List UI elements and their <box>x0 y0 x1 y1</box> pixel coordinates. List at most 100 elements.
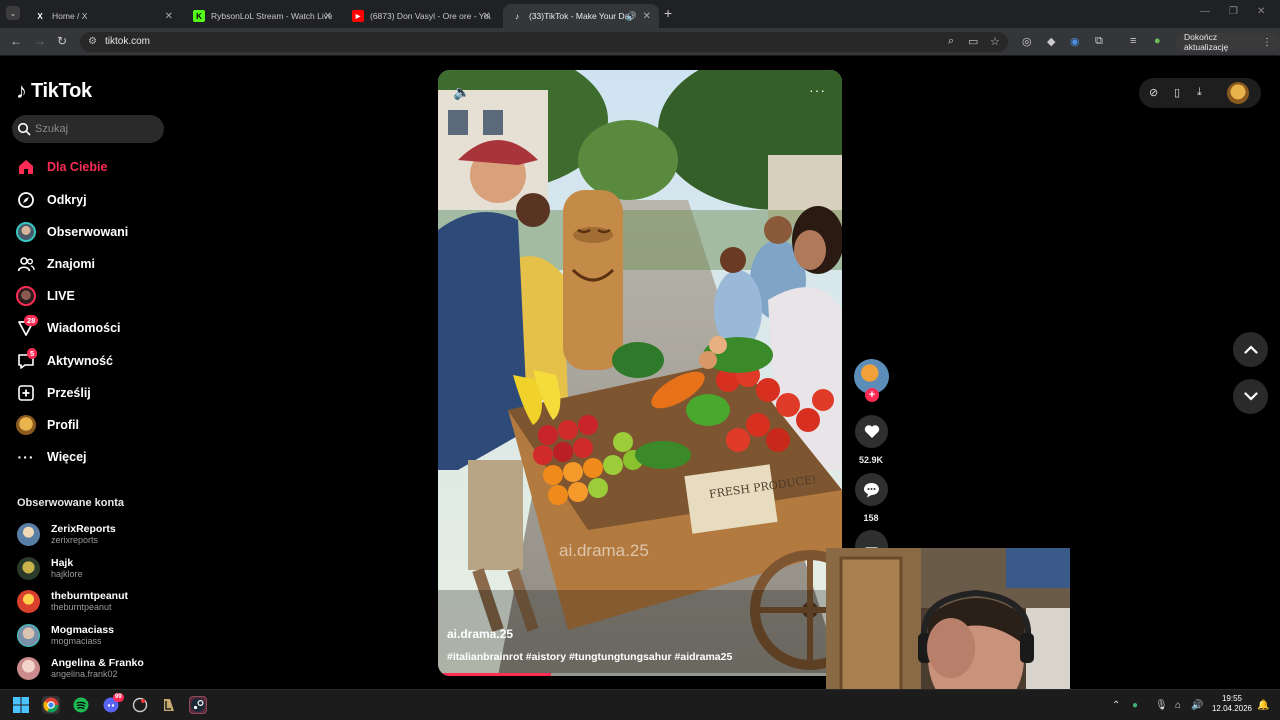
video-author[interactable]: ai.drama.25 <box>447 627 513 641</box>
clock-date: 12.04.2026 <box>1211 704 1253 713</box>
following-account[interactable]: Angelina & Franko angelina.frank02 <box>17 653 144 683</box>
minimize-icon[interactable]: — <box>1200 6 1210 17</box>
back-icon[interactable]: ← <box>10 34 22 48</box>
cast-icon[interactable]: ▭ <box>968 35 978 48</box>
account-handle: zerixreports <box>51 534 99 545</box>
profile-icon <box>16 415 36 435</box>
following-account[interactable]: theburntpeanut theburntpeanut <box>17 586 128 616</box>
url-text: tiktok.com <box>105 36 151 47</box>
nav-label: Dla Ciebie <box>47 160 108 174</box>
video-player[interactable]: FRESH PRODUCE! 🔈 ··· ai.drama.25 ai.dram… <box>438 70 842 676</box>
follow-plus-icon[interactable]: + <box>865 388 879 402</box>
address-bar[interactable]: ⚙ tiktok.com ⌕ ▭ ☆ <box>80 32 1008 52</box>
forward-icon[interactable]: → <box>34 34 46 48</box>
tiktok-logo[interactable]: ♪ TikTok <box>16 78 92 104</box>
comment-count: 158 <box>863 513 879 523</box>
following-account[interactable]: Hajk hajklore <box>17 553 83 583</box>
extension-icon[interactable]: ◉ <box>1070 35 1080 48</box>
volume-icon[interactable]: 🔈 <box>453 84 470 101</box>
nav-dla-ciebie[interactable]: Dla Ciebie <box>16 155 107 179</box>
download-icon[interactable]: ⤓ <box>1197 86 1202 99</box>
close-window-icon[interactable]: ✕ <box>1257 6 1265 17</box>
chrome-icon[interactable] <box>42 696 60 714</box>
comment-icon <box>864 482 879 497</box>
tab-search-icon[interactable]: ⌄ <box>6 6 20 20</box>
phone-app-icon[interactable]: ▯ <box>1174 86 1180 99</box>
nav-label: Prześlij <box>47 386 91 400</box>
nav-label: Więcej <box>47 450 87 464</box>
nav-przeslij[interactable]: Prześlij <box>16 381 91 405</box>
steam-icon[interactable] <box>189 696 207 714</box>
windows-start-icon[interactable] <box>12 696 30 714</box>
close-tab-icon[interactable]: ✕ <box>324 11 332 22</box>
close-tab-icon[interactable]: ✕ <box>165 11 173 22</box>
app-icon[interactable] <box>131 696 149 714</box>
close-tab-icon[interactable]: ✕ <box>643 11 651 22</box>
nav-label: Obserwowani <box>47 225 129 239</box>
messages-badge: 28 <box>24 315 39 326</box>
nav-znajomi[interactable]: Znajomi <box>16 252 95 276</box>
reload-icon[interactable]: ↻ <box>57 34 67 48</box>
live-icon <box>16 286 36 306</box>
new-tab-button[interactable]: + <box>664 5 672 21</box>
video-progress-bar[interactable] <box>438 673 842 676</box>
microphone-icon[interactable]: 🎙 <box>1155 700 1168 711</box>
logo-text: TikTok <box>31 79 92 102</box>
extension-icon[interactable]: ◆ <box>1047 35 1055 48</box>
like-button[interactable] <box>855 415 888 448</box>
nav-profil[interactable]: Profil <box>16 413 79 437</box>
home-icon <box>16 157 36 177</box>
tab-x[interactable]: X Home / X ✕ <box>26 4 181 28</box>
close-tab-icon[interactable]: ✕ <box>483 11 491 22</box>
spotify-icon[interactable] <box>72 696 90 714</box>
nav-wiadomosci[interactable]: 28 Wiadomości <box>16 315 121 340</box>
tab-tiktok[interactable]: ♪ (33)TikTok - Make Your Day 🔊 ✕ <box>503 4 659 28</box>
account-name: Mogmaciass <box>51 623 115 636</box>
more-options-icon[interactable]: ··· <box>809 82 826 98</box>
chevron-down-icon <box>1243 392 1258 401</box>
coins-icon[interactable]: ⊘ <box>1149 86 1158 99</box>
extensions-puzzle-icon[interactable]: ⧉ <box>1095 35 1103 48</box>
following-account[interactable]: Mogmaciass mogmaciass <box>17 620 114 650</box>
system-clock[interactable]: 19:55 12.04.2026 <box>1208 694 1256 714</box>
tiktok-note-icon: ♪ <box>16 78 27 103</box>
tab-title: (6873) Don Vasyl - Ore ore - You <box>370 11 491 21</box>
bookmark-star-icon[interactable]: ☆ <box>990 35 1000 48</box>
nav-live[interactable]: LIVE <box>16 284 75 308</box>
next-video-button[interactable] <box>1233 379 1268 414</box>
nav-label: Odkryj <box>47 193 87 207</box>
extension-icon[interactable]: ◎ <box>1022 35 1032 48</box>
video-caption[interactable]: #italianbrainrot #aistory #tungtungtungs… <box>447 651 732 663</box>
zoom-icon[interactable]: ⌕ <box>948 35 954 48</box>
network-icon[interactable]: ⌂ <box>1175 700 1181 711</box>
update-button[interactable]: Dokończ aktualizację ⋮ <box>1176 32 1280 52</box>
search-box[interactable] <box>12 115 164 143</box>
nav-odkryj[interactable]: Odkryj <box>16 188 87 212</box>
following-account[interactable]: ZerixReports zerixreports <box>17 519 116 549</box>
kick-favicon-icon: K <box>193 10 205 22</box>
tab-title: RybsonLoL Stream - Watch Live <box>211 11 332 21</box>
tab-kick[interactable]: K RybsonLoL Stream - Watch Live ✕ <box>185 4 340 28</box>
profile-avatar-icon[interactable]: ● <box>1154 35 1161 47</box>
tray-overflow-icon[interactable]: ⌃ <box>1112 700 1120 711</box>
reading-list-icon[interactable]: ≡ <box>1130 35 1136 47</box>
tray-app-icon[interactable]: ● <box>1132 700 1138 711</box>
comment-button[interactable] <box>855 473 888 506</box>
restore-icon[interactable]: ❐ <box>1229 6 1238 17</box>
nav-wiecej[interactable]: ··· Więcej <box>16 445 87 469</box>
heart-icon <box>864 425 879 438</box>
volume-tray-icon[interactable]: 🔊 <box>1191 700 1203 711</box>
discord-icon[interactable]: 99 <box>102 693 124 714</box>
menu-dots-icon: ⋮ <box>1262 36 1272 48</box>
tab-youtube[interactable]: ▶ (6873) Don Vasyl - Ore ore - You ✕ <box>344 4 499 28</box>
previous-video-button[interactable] <box>1233 332 1268 367</box>
search-input[interactable] <box>35 123 155 135</box>
user-avatar[interactable] <box>1227 82 1249 104</box>
avatar <box>17 556 40 580</box>
nav-obserwowani[interactable]: Obserwowani <box>16 220 128 244</box>
audio-playing-icon[interactable]: 🔊 <box>626 11 637 22</box>
nav-aktywnosc[interactable]: 5 Aktywność <box>16 348 113 373</box>
notifications-bell-icon[interactable]: 🔔 <box>1257 700 1269 711</box>
site-info-icon[interactable]: ⚙ <box>88 36 97 47</box>
lol-client-icon[interactable] <box>160 696 178 714</box>
